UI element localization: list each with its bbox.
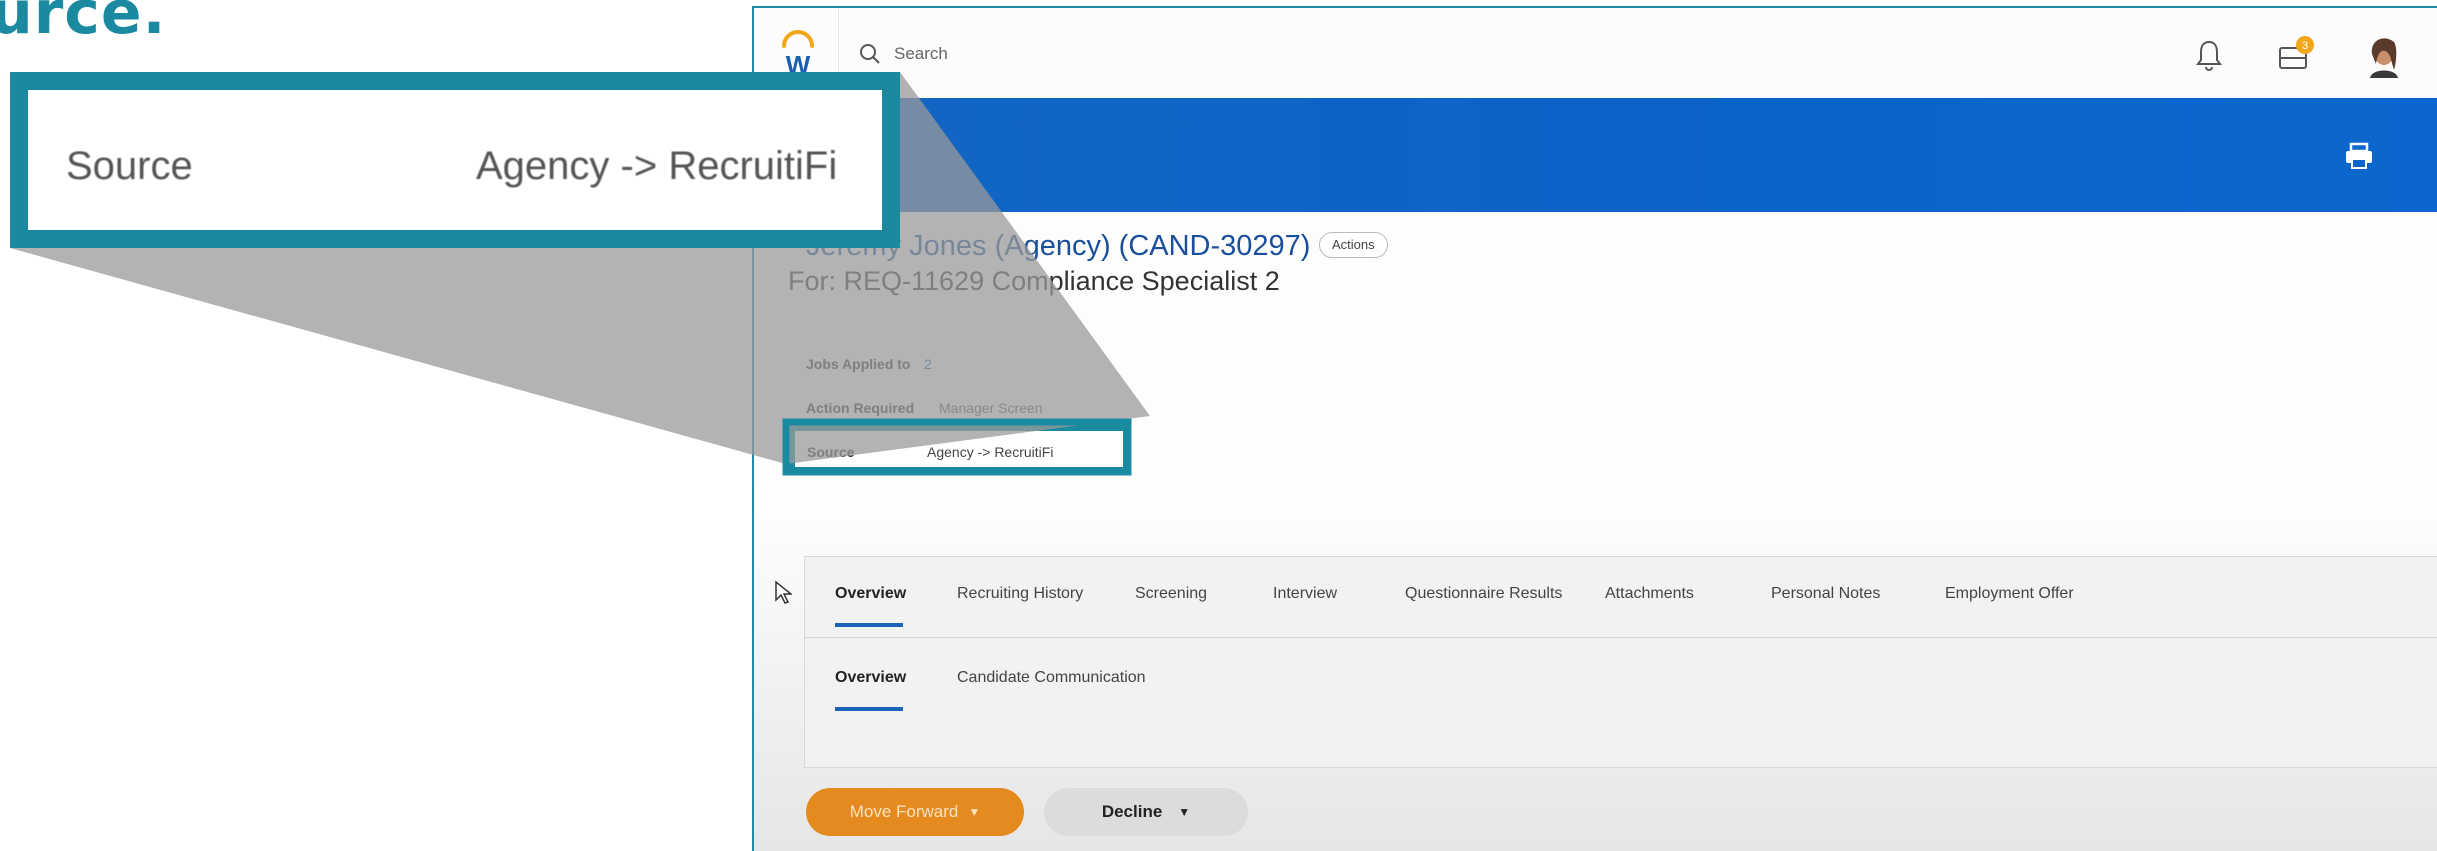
print-icon[interactable] bbox=[2344, 142, 2374, 170]
subtab-candidate-communication[interactable]: Candidate Communication bbox=[957, 669, 1146, 687]
workday-logo-icon[interactable]: W bbox=[778, 30, 818, 78]
decline-label: Decline bbox=[1101, 802, 1163, 821]
page-banner: f 2 bbox=[754, 98, 2437, 212]
inbox-icon[interactable]: 3 bbox=[2278, 34, 2318, 72]
active-subtab-indicator bbox=[835, 707, 903, 711]
source-row-highlight: Source Agency -> RecruitiFi bbox=[788, 424, 1130, 474]
slide-heading: urce. bbox=[0, 0, 167, 48]
tab-employment-offer[interactable]: Employment Offer bbox=[1945, 585, 2074, 603]
chevron-down-icon: ▼ bbox=[1178, 805, 1191, 819]
candidate-tabs-panel: Overview Recruiting History Screening In… bbox=[804, 556, 2437, 768]
tab-recruiting-history[interactable]: Recruiting History bbox=[957, 585, 1083, 603]
zoom-source-label: Source bbox=[66, 144, 193, 188]
move-forward-button[interactable]: Move Forward ▼ bbox=[806, 788, 1024, 836]
source-label: Source bbox=[807, 444, 855, 460]
tab-screening[interactable]: Screening bbox=[1135, 585, 1207, 603]
tab-attachments[interactable]: Attachments bbox=[1605, 585, 1694, 603]
jobs-applied-label: Jobs Applied to bbox=[806, 356, 911, 372]
search-input[interactable]: Search bbox=[894, 44, 948, 64]
top-bar: W Search 3 bbox=[754, 8, 2437, 98]
action-required-label: Action Required bbox=[806, 400, 915, 416]
action-required-value: Manager Screen bbox=[939, 400, 1043, 416]
active-tab-indicator bbox=[835, 623, 903, 627]
requisition-title: For: REQ-11629 Compliance Specialist 2 bbox=[788, 266, 1280, 296]
tab-overview[interactable]: Overview bbox=[835, 585, 906, 603]
user-avatar[interactable] bbox=[2364, 34, 2404, 78]
tab-divider bbox=[805, 637, 2437, 638]
subtab-overview[interactable]: Overview bbox=[835, 669, 906, 687]
mouse-pointer-icon bbox=[775, 580, 792, 604]
decline-button[interactable]: Decline ▼ bbox=[1044, 788, 1248, 836]
workday-screenshot: W Search 3 f 2 Jeremy bbox=[752, 6, 2437, 851]
actions-button[interactable]: Actions bbox=[1319, 232, 1388, 258]
move-forward-label: Move Forward bbox=[849, 802, 959, 821]
zoom-source-value: Agency -> RecruitiFi bbox=[476, 144, 838, 188]
source-value: Agency -> RecruitiFi bbox=[927, 444, 1054, 460]
tab-interview[interactable]: Interview bbox=[1273, 585, 1337, 603]
search-icon[interactable] bbox=[858, 42, 882, 66]
chevron-down-icon: ▼ bbox=[968, 805, 981, 819]
inbox-badge: 3 bbox=[2302, 40, 2308, 52]
tab-questionnaire-results[interactable]: Questionnaire Results bbox=[1405, 585, 1562, 603]
jobs-applied-value[interactable]: 2 bbox=[924, 356, 932, 372]
zoom-callout: Source Agency -> RecruitiFi bbox=[10, 72, 900, 248]
tab-personal-notes[interactable]: Personal Notes bbox=[1771, 585, 1880, 603]
notifications-bell-icon[interactable] bbox=[2194, 38, 2224, 72]
